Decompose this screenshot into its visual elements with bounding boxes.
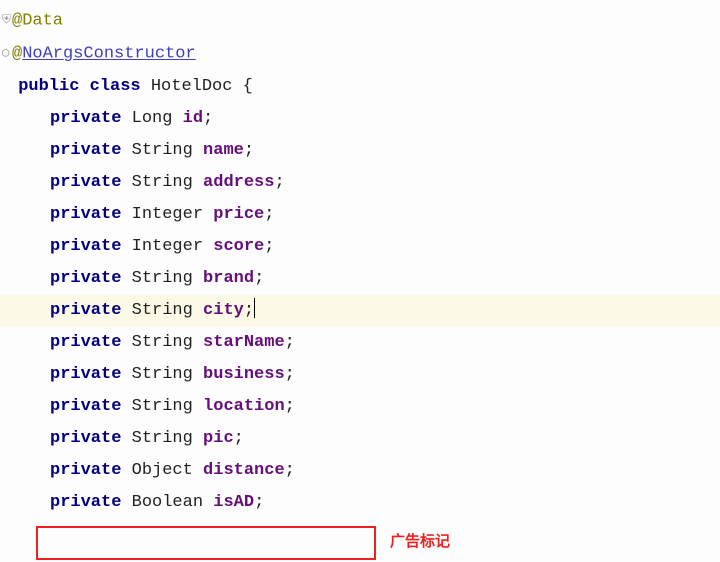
semicolon: ; — [285, 461, 295, 480]
field-line: private Integer score; — [0, 231, 720, 263]
field-line: private Long id; — [0, 103, 720, 135]
open-brace: { — [243, 77, 253, 96]
field-type: String — [132, 365, 193, 384]
field-name: starName — [203, 333, 285, 352]
semicolon: ; — [203, 109, 213, 128]
field-line: private String pic; — [0, 423, 720, 455]
field-type: Long — [132, 109, 173, 128]
field-type: String — [132, 301, 193, 320]
semicolon: ; — [274, 173, 284, 192]
keyword-private: private — [50, 397, 121, 416]
keyword-private: private — [50, 269, 121, 288]
field-name: id — [183, 109, 203, 128]
gutter-shield-icon: ⛨ — [2, 4, 12, 36]
annotation-line: ⛨@Data — [0, 4, 720, 37]
keyword-private: private — [50, 205, 121, 224]
code-block: ⛨@Data ◯@NoArgsConstructor public class … — [0, 0, 720, 519]
highlight-box — [36, 526, 376, 560]
annotation-noargs-link[interactable]: NoArgsConstructor — [22, 45, 195, 64]
field-line: private Integer price; — [0, 199, 720, 231]
field-name: distance — [203, 461, 285, 480]
field-name: isAD — [213, 493, 254, 512]
field-name: address — [203, 173, 274, 192]
red-annotation-text: 广告标记 — [390, 530, 450, 551]
field-type: String — [132, 269, 193, 288]
field-line: private String name; — [0, 135, 720, 167]
keyword-private: private — [50, 109, 121, 128]
field-line: private String city; — [0, 295, 720, 327]
field-name: pic — [203, 429, 234, 448]
annotation-at: @ — [12, 45, 22, 64]
field-line: private String location; — [0, 391, 720, 423]
field-type: String — [132, 397, 193, 416]
field-name: brand — [203, 269, 254, 288]
semicolon: ; — [285, 365, 295, 384]
field-type: String — [132, 173, 193, 192]
field-line: private Object distance; — [0, 455, 720, 487]
keyword-private: private — [50, 237, 121, 256]
semicolon: ; — [285, 397, 295, 416]
class-declaration: public class HotelDoc { — [0, 71, 720, 103]
keyword-private: private — [50, 141, 121, 160]
semicolon: ; — [285, 333, 295, 352]
keyword-class: class — [90, 77, 141, 96]
class-name: HotelDoc — [151, 77, 233, 96]
field-name: location — [203, 397, 285, 416]
semicolon: ; — [264, 205, 274, 224]
semicolon: ; — [244, 301, 254, 320]
annotation-line: ◯@NoArgsConstructor — [0, 37, 720, 70]
field-type: String — [132, 429, 193, 448]
field-line: private Boolean isAD; — [0, 487, 720, 519]
field-name: price — [213, 205, 264, 224]
field-line: private String starName; — [0, 327, 720, 359]
semicolon: ; — [264, 237, 274, 256]
keyword-private: private — [50, 333, 121, 352]
keyword-private: private — [50, 493, 121, 512]
semicolon: ; — [244, 141, 254, 160]
keyword-private: private — [50, 365, 121, 384]
field-name: business — [203, 365, 285, 384]
keyword-public: public — [18, 77, 79, 96]
gutter-circle-icon: ◯ — [2, 37, 12, 69]
field-line: private String business; — [0, 359, 720, 391]
semicolon: ; — [254, 269, 264, 288]
semicolon: ; — [254, 493, 264, 512]
field-line: private String brand; — [0, 263, 720, 295]
annotation-data: @Data — [12, 11, 63, 30]
field-type: String — [132, 141, 193, 160]
field-type: String — [132, 333, 193, 352]
keyword-private: private — [50, 461, 121, 480]
field-name: city — [203, 301, 244, 320]
keyword-private: private — [50, 429, 121, 448]
field-name: name — [203, 141, 244, 160]
field-type: Integer — [132, 237, 203, 256]
field-type: Integer — [132, 205, 203, 224]
field-line: private String address; — [0, 167, 720, 199]
field-type: Object — [132, 461, 193, 480]
field-type: Boolean — [132, 493, 203, 512]
text-cursor — [254, 298, 255, 318]
keyword-private: private — [50, 173, 121, 192]
keyword-private: private — [50, 301, 121, 320]
semicolon: ; — [234, 429, 244, 448]
field-name: score — [213, 237, 264, 256]
